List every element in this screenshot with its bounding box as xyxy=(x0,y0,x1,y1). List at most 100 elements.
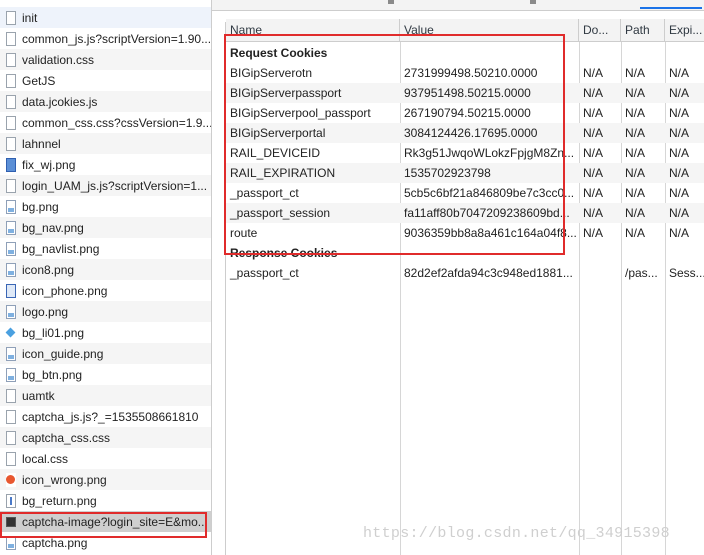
cookie-path-cell: N/A xyxy=(625,106,646,120)
request-row[interactable]: validation.css xyxy=(0,49,211,70)
request-row[interactable]: captcha_css.css xyxy=(0,427,211,448)
column-header-path[interactable]: Path xyxy=(621,19,665,42)
tab-fragment xyxy=(530,0,536,4)
cookie-value-cell: 82d2ef2afda94c3c948ed1881... xyxy=(404,266,573,280)
request-name: uamtk xyxy=(22,388,55,403)
request-row[interactable]: icon_phone.png xyxy=(0,280,211,301)
cookie-domain-cell: N/A xyxy=(583,146,604,160)
captcha-image-icon xyxy=(6,516,16,527)
request-row[interactable]: icon_guide.png xyxy=(0,343,211,364)
response-cookies-label: Response Cookies xyxy=(230,246,338,260)
image-icon xyxy=(6,535,16,550)
detail-tab-strip xyxy=(212,0,704,11)
request-row[interactable]: bg_li01.png xyxy=(0,322,211,343)
request-name: captcha_css.css xyxy=(22,430,111,445)
request-row[interactable]: bg_navlist.png xyxy=(0,238,211,259)
document-icon xyxy=(6,451,16,466)
cookie-row[interactable]: BIGipServerotn 2731999498.50210.0000 N/A N/… xyxy=(226,63,704,83)
watermark: https://blog.csdn.net/qq_34915398 xyxy=(363,525,670,542)
cookie-row[interactable]: route 9036359bb8a8a461c164a04f8... N/A N/A N… xyxy=(226,223,704,243)
request-row[interactable]: common_js.js?scriptVersion=1.90... xyxy=(0,28,211,49)
request-row[interactable]: icon_wrong.png xyxy=(0,469,211,490)
cookie-path-cell: N/A xyxy=(625,126,646,140)
request-row[interactable]: captcha.png xyxy=(0,532,211,553)
request-name: local.css xyxy=(22,451,69,466)
cookie-expires-cell: N/A xyxy=(669,226,690,240)
diamond-image-icon xyxy=(6,325,16,340)
request-name: icon_wrong.png xyxy=(22,472,107,487)
cookie-path-cell: N/A xyxy=(625,86,646,100)
request-row[interactable]: fix_wj.png xyxy=(0,154,211,175)
cookie-name-cell: _passport_ct xyxy=(230,266,299,280)
document-icon xyxy=(6,136,16,151)
cookie-row[interactable]: _passport_session fa11aff80b7047209238609… xyxy=(226,203,704,223)
column-header-value[interactable]: Value xyxy=(400,19,579,42)
column-header-name[interactable]: Name xyxy=(226,19,400,42)
cookie-row[interactable]: RAIL_DEVICEID Rk3g51JwqoWLokzFpjgM8Zn... N… xyxy=(226,143,704,163)
document-icon xyxy=(6,388,16,403)
tab-fragment xyxy=(388,0,394,4)
cookie-row[interactable]: BIGipServerpassport 937951498.50215.0000 N… xyxy=(226,83,704,103)
cookie-name-cell: BIGipServerpool_passport xyxy=(230,106,371,120)
request-row[interactable]: captcha_js.js?_=1535508661810 xyxy=(0,406,211,427)
request-cookies-label: Request Cookies xyxy=(230,46,328,60)
cookie-row[interactable]: _passport_ct 82d2ef2afda94c3c948ed1881...… xyxy=(226,263,704,283)
cookie-name-cell: BIGipServerportal xyxy=(230,126,326,140)
request-name: init xyxy=(22,10,38,25)
request-row[interactable]: login_UAM_js.js?scriptVersion=1... xyxy=(0,175,211,196)
image-icon xyxy=(6,241,16,256)
request-name: icon_guide.png xyxy=(22,346,104,361)
cookie-domain-cell xyxy=(579,263,621,283)
image-icon xyxy=(6,304,16,319)
document-icon xyxy=(6,31,16,46)
document-icon xyxy=(6,178,16,193)
cookie-row[interactable]: RAIL_EXPIRATION 1535702923798 N/A N/A N/A xyxy=(226,163,704,183)
request-name: icon8.png xyxy=(22,262,75,277)
request-row[interactable]: bg.png xyxy=(0,196,211,217)
cookie-name-cell: RAIL_EXPIRATION xyxy=(230,166,336,180)
cookie-name-cell: route xyxy=(230,226,258,240)
phone-image-icon xyxy=(6,283,16,298)
request-row[interactable]: lahnnel xyxy=(0,133,211,154)
request-row[interactable]: bg_nav.png xyxy=(0,217,211,238)
request-name: bg_li01.png xyxy=(22,325,85,340)
request-row[interactable]: uamtk xyxy=(0,385,211,406)
cookie-expires-cell: N/A xyxy=(669,186,690,200)
cookie-value-cell: 937951498.50215.0000 xyxy=(404,86,531,100)
request-name: bg_nav.png xyxy=(22,220,84,235)
tab-cookies-active-indicator[interactable] xyxy=(640,7,702,9)
request-name: bg_btn.png xyxy=(22,367,83,382)
request-name: logo.png xyxy=(22,304,69,319)
request-row[interactable]: logo.png xyxy=(0,301,211,322)
request-name: captcha-image?login_site=E&mo... xyxy=(22,514,208,529)
request-name: captcha_js.js?_=1535508661810 xyxy=(22,409,199,424)
column-header-domain[interactable]: Do... xyxy=(579,19,621,42)
image-icon xyxy=(6,220,16,235)
cookie-value-cell: 5cb5c6bf21a846809be7c3cc0... xyxy=(404,186,575,200)
cookie-row[interactable]: _passport_ct 5cb5c6bf21a846809be7c3cc0...… xyxy=(226,183,704,203)
request-row[interactable]: bg_return.png xyxy=(0,490,211,511)
document-icon xyxy=(6,52,16,67)
image-icon xyxy=(6,199,16,214)
cookie-value-cell: Rk3g51JwqoWLokzFpjgM8Zn... xyxy=(404,146,575,160)
request-row[interactable]: icon8.png xyxy=(0,259,211,280)
cookie-path-cell: N/A xyxy=(625,166,646,180)
column-header-expires[interactable]: Expi... xyxy=(665,19,704,42)
request-row[interactable]: GetJS xyxy=(0,70,211,91)
cookie-value-cell: 9036359bb8a8a461c164a04f8... xyxy=(404,226,577,240)
request-row[interactable]: common_css.css?cssVersion=1.9... xyxy=(0,112,211,133)
request-row[interactable]: local.css xyxy=(0,448,211,469)
cookie-row[interactable]: BIGipServerpool_passport 267190794.50215.… xyxy=(226,103,704,123)
request-name: common_css.css?cssVersion=1.9... xyxy=(22,115,211,130)
request-row[interactable]: data.jcokies.js xyxy=(0,91,211,112)
image-icon xyxy=(6,157,16,172)
document-icon xyxy=(6,409,16,424)
cookie-row[interactable]: BIGipServerportal 3084124426.17695.0000 N/… xyxy=(226,123,704,143)
request-row[interactable]: init xyxy=(0,7,211,28)
cookie-domain-cell: N/A xyxy=(583,106,604,120)
request-row[interactable]: captcha-image?login_site=E&mo... xyxy=(0,511,211,532)
request-row[interactable]: bg_btn.png xyxy=(0,364,211,385)
document-icon xyxy=(6,430,16,445)
request-name: lahnnel xyxy=(22,136,61,151)
request-name: GetJS xyxy=(22,73,56,88)
